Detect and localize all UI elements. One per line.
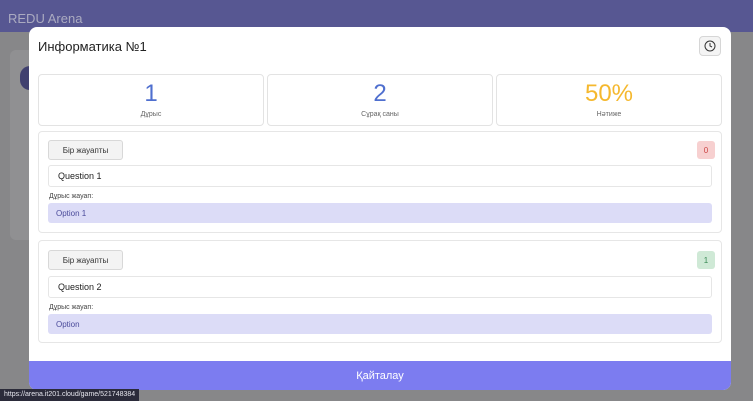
stat-result-label: Нәтиже (596, 111, 622, 118)
question-card: Бір жауапты 1 Question 2 Дұрыс жауап: Op… (38, 240, 722, 343)
correct-answer-label: Дұрыс жауап: (49, 193, 94, 200)
clock-icon (704, 40, 716, 52)
score-badge: 0 (697, 141, 715, 159)
stat-correct-label: Дұрыс (140, 111, 162, 118)
stats-row: 1 Дұрыс 2 Сұрақ саны 50% Нәтиже (38, 74, 722, 126)
stat-question-count: 2 Сұрақ саны (267, 74, 493, 126)
modal-header: Информатика №1 (29, 27, 731, 65)
stat-result: 50% Нәтиже (496, 74, 722, 126)
stat-correct: 1 Дұрыс (38, 74, 264, 126)
history-button[interactable] (699, 36, 721, 56)
correct-answer-label: Дұрыс жауап: (49, 304, 94, 311)
modal-title: Информатика №1 (38, 38, 147, 54)
status-bar-url: https://arena.it201.cloud/game/521748384 (0, 389, 140, 401)
stat-question-count-label: Сұрақ саны (361, 111, 399, 118)
stat-correct-value: 1 (144, 80, 158, 107)
question-type-button[interactable]: Бір жауапты (48, 250, 123, 270)
correct-answer-value: Option 1 (48, 203, 712, 223)
question-text: Question 2 (48, 276, 712, 298)
results-modal: Информатика №1 1 Дұрыс 2 Сұрақ саны 50% … (29, 27, 731, 390)
score-badge: 1 (697, 251, 715, 269)
stat-question-count-value: 2 (373, 80, 387, 107)
question-card: Бір жауапты 0 Question 1 Дұрыс жауап: Op… (38, 131, 722, 233)
question-type-button[interactable]: Бір жауапты (48, 140, 123, 160)
stat-result-value: 50% (584, 80, 634, 107)
correct-answer-value: Option (48, 314, 712, 334)
question-text: Question 1 (48, 165, 712, 187)
retry-button[interactable]: Қайталау (29, 361, 731, 390)
